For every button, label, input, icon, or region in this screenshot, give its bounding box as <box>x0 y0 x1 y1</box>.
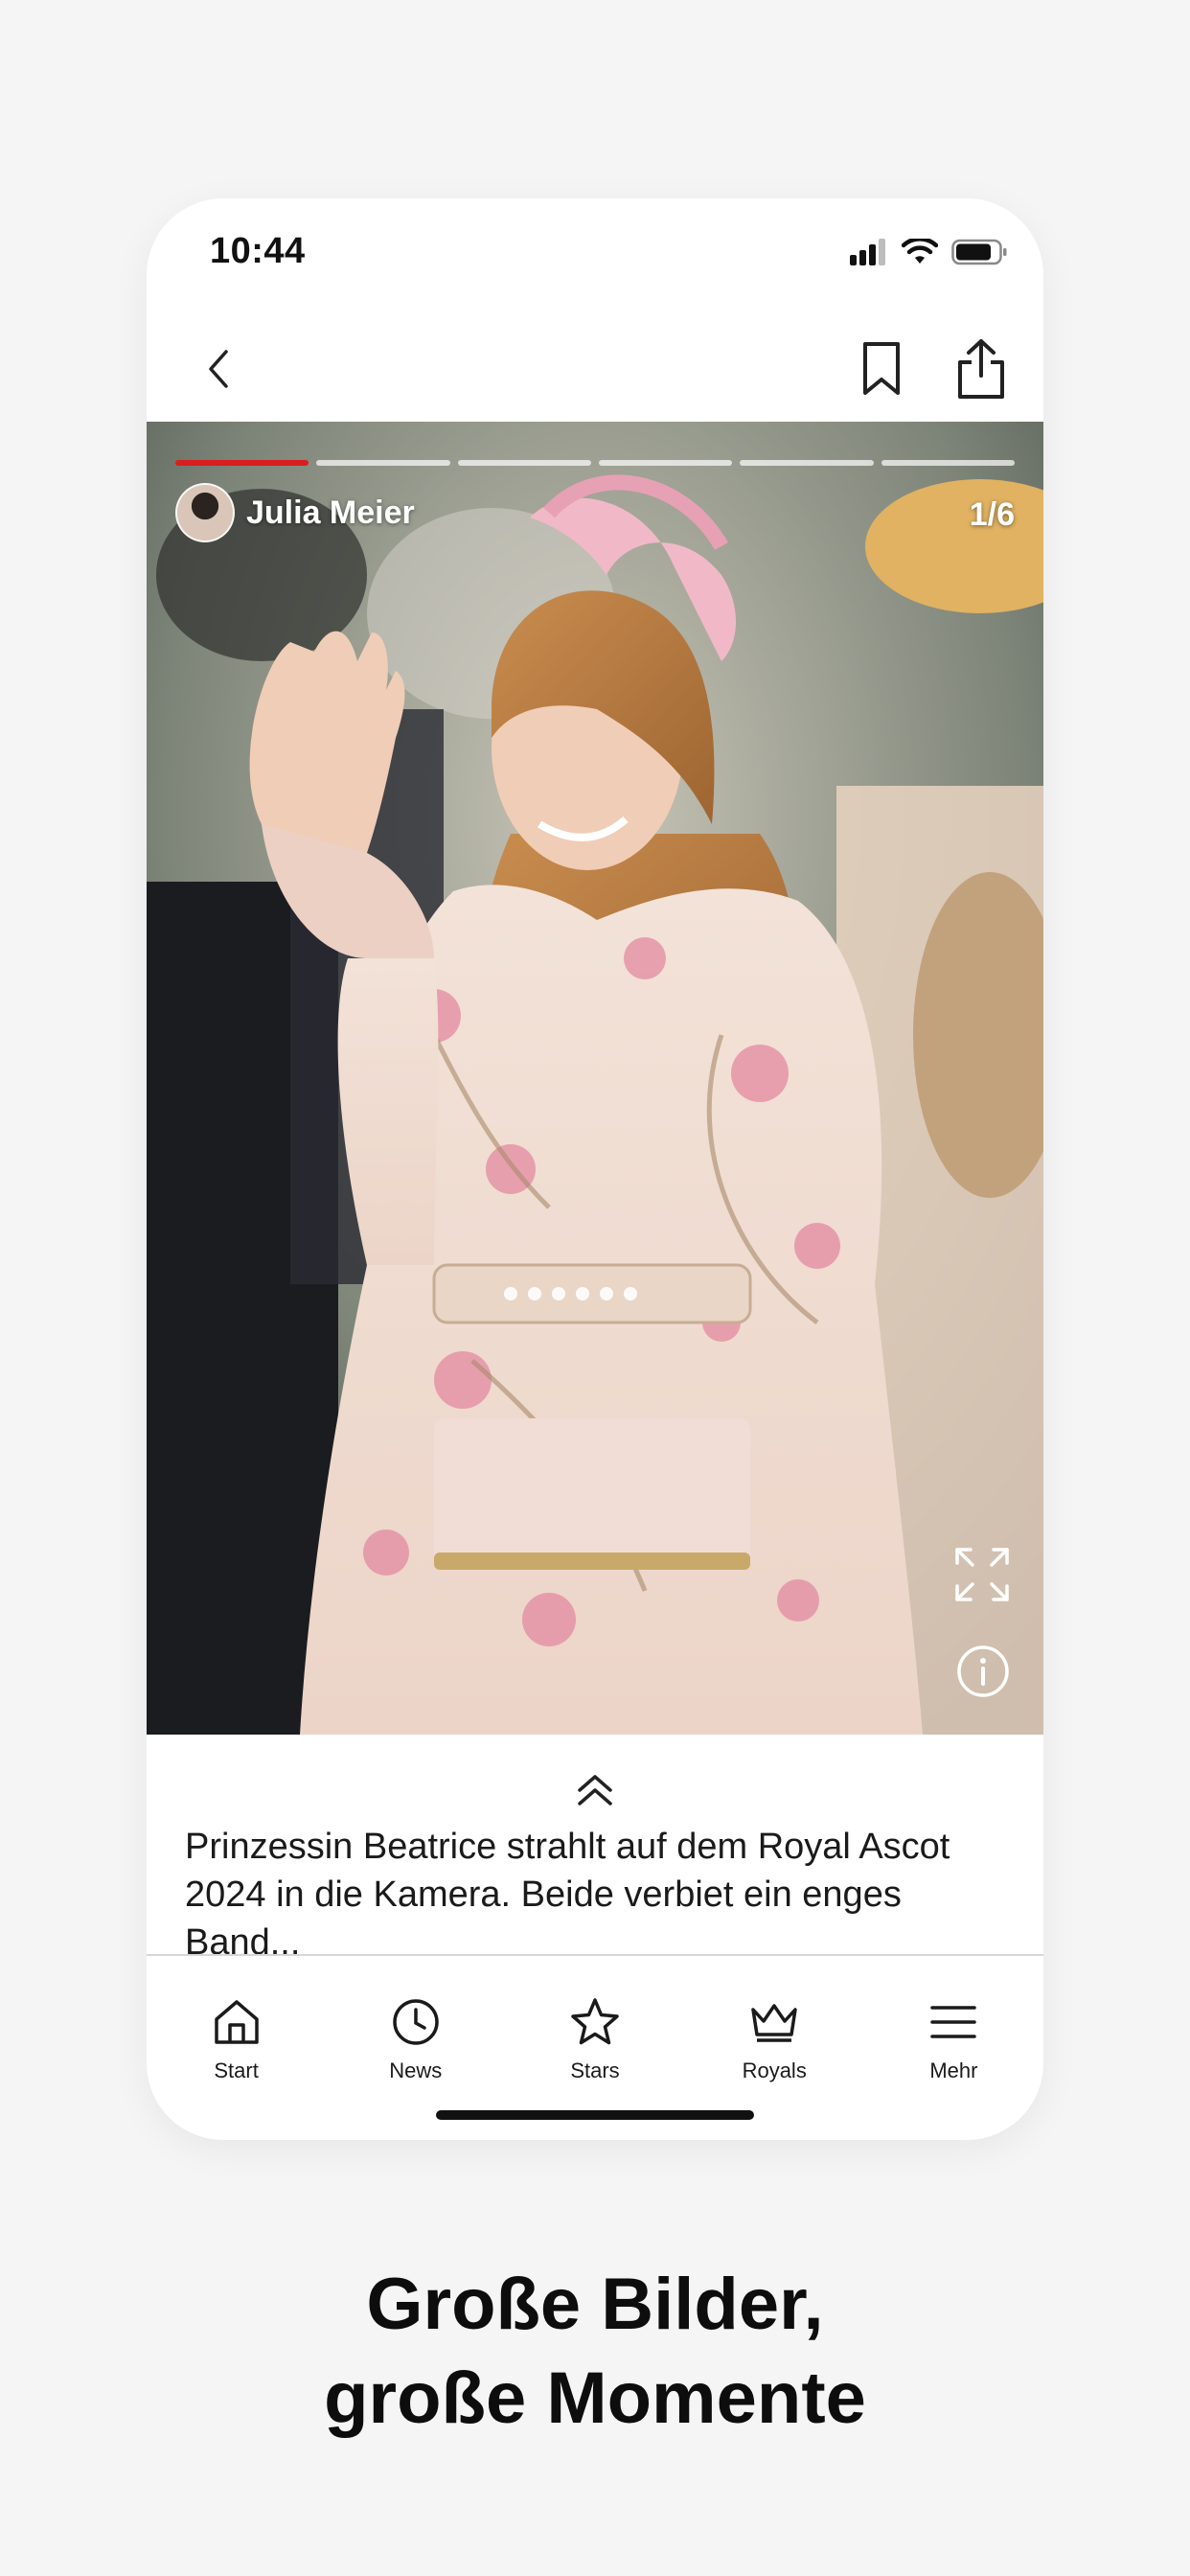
share-icon <box>954 337 1008 405</box>
progress-segment <box>881 460 1015 466</box>
image-caption: Prinzessin Beatrice strahlt auf dem Roya… <box>185 1823 1018 1966</box>
story-progress-bar <box>175 460 1015 466</box>
bookmark-button[interactable] <box>848 331 915 411</box>
caption-panel: Prinzessin Beatrice strahlt auf dem Roya… <box>147 1735 1043 1963</box>
tab-label: Start <box>214 2058 259 2082</box>
progress-segment <box>175 460 309 466</box>
tab-label: Stars <box>570 2058 620 2082</box>
status-bar: 10:44 <box>147 198 1043 313</box>
bottom-tab-bar: Start News Stars Royals Mehr <box>147 1956 1043 2100</box>
double-chevron-up-icon <box>574 1771 616 1814</box>
expand-caption-button[interactable] <box>568 1771 622 1813</box>
back-button[interactable] <box>185 333 252 409</box>
tab-label: Royals <box>742 2058 807 2082</box>
bookmark-icon <box>858 339 905 403</box>
tab-start[interactable]: Start <box>147 1956 326 2100</box>
status-icons <box>850 236 1007 271</box>
chevron-left-icon <box>199 344 238 399</box>
headline-line: Große Bilder, <box>366 2264 824 2345</box>
caption-line: 2024 in die Kamera. Beide verbiet ein en… <box>185 1874 902 1963</box>
promo-headline: Große Bilder, große Momente <box>0 2258 1190 2446</box>
wifi-icon <box>901 236 939 270</box>
headline-line: große Momente <box>324 2358 866 2439</box>
tab-mehr[interactable]: Mehr <box>864 1956 1043 2100</box>
progress-segment <box>316 460 450 466</box>
progress-segment <box>740 460 874 466</box>
share-button[interactable] <box>948 329 1015 413</box>
info-icon <box>956 1644 1010 1703</box>
tab-stars[interactable]: Stars <box>505 1956 684 2100</box>
star-icon <box>569 1996 621 2053</box>
gallery-image[interactable]: Julia Meier 1/6 <box>147 422 1043 1735</box>
tab-news[interactable]: News <box>326 1956 505 2100</box>
phone-frame: 10:44 Julia Meier 1/6 Prinzessin Beatric… <box>147 198 1043 2140</box>
home-icon <box>211 1996 263 2053</box>
tab-royals[interactable]: Royals <box>685 1956 864 2100</box>
progress-segment <box>457 460 591 466</box>
clock-icon <box>390 1996 442 2053</box>
author-name: Julia Meier <box>246 494 415 531</box>
menu-icon <box>927 1996 979 2053</box>
avatar <box>175 483 235 542</box>
signal-icon <box>850 238 888 270</box>
home-indicator <box>436 2110 754 2120</box>
progress-segment <box>598 460 733 466</box>
crown-icon <box>748 1996 800 2053</box>
status-time: 10:44 <box>210 231 306 271</box>
battery-icon <box>951 239 1007 270</box>
caption-line: Prinzessin Beatrice strahlt auf dem Roya… <box>185 1827 950 1867</box>
image-counter: 1/6 <box>969 496 1015 533</box>
expand-icon <box>953 1546 1011 1608</box>
top-navigation-bar <box>147 313 1043 428</box>
info-button[interactable] <box>956 1644 1010 1703</box>
fullscreen-button[interactable] <box>953 1546 1011 1608</box>
tab-label: News <box>389 2058 443 2082</box>
author-chip[interactable]: Julia Meier <box>175 483 415 542</box>
tab-label: Mehr <box>929 2058 978 2082</box>
gallery-photo <box>147 422 1043 1735</box>
